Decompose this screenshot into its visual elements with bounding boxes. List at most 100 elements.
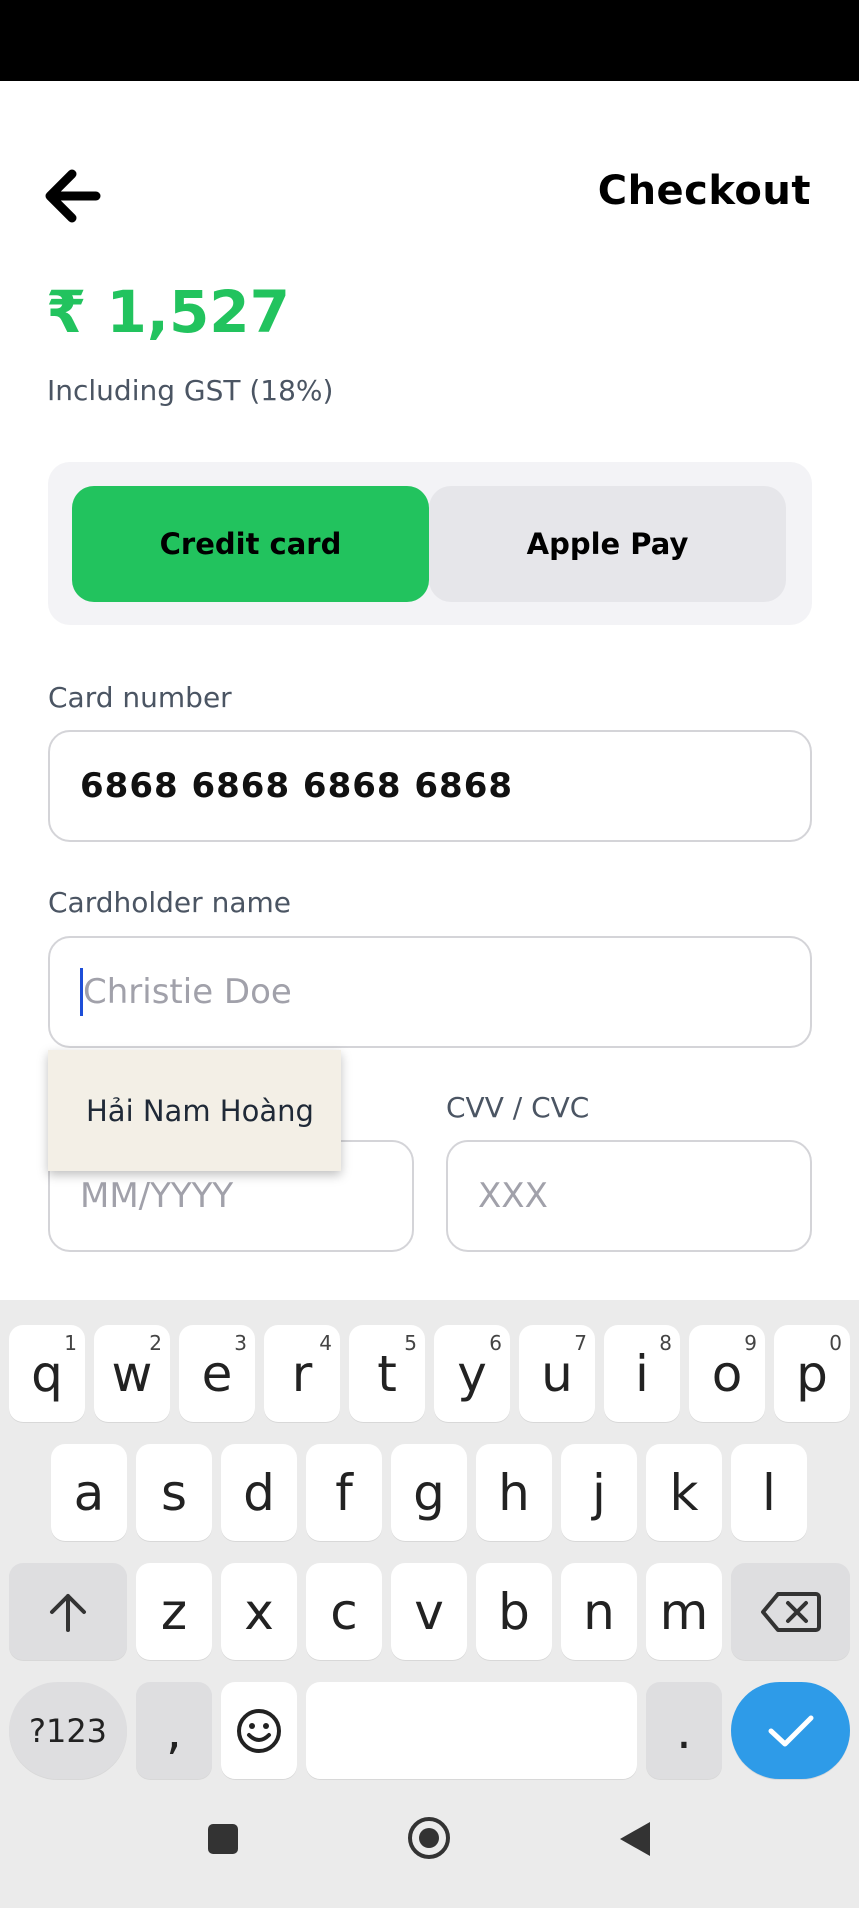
key-q[interactable]: q1 xyxy=(9,1325,85,1422)
key-m[interactable]: m xyxy=(646,1563,722,1660)
key-c[interactable]: c xyxy=(306,1563,382,1660)
key-label: r xyxy=(291,1344,313,1403)
key-label: o xyxy=(711,1344,743,1403)
system-back-button[interactable] xyxy=(618,1820,652,1862)
cvv-label: CVV / CVC xyxy=(446,1091,590,1124)
key-label: k xyxy=(669,1463,699,1522)
key-label: g xyxy=(413,1463,445,1522)
key-label: i xyxy=(635,1344,649,1403)
apple-pay-tab[interactable]: Apple Pay xyxy=(429,486,786,602)
cvv-placeholder: XXX xyxy=(478,1176,548,1216)
card-number-label: Card number xyxy=(48,681,232,714)
key-h[interactable]: h xyxy=(476,1444,552,1541)
back-arrow-icon xyxy=(45,169,101,223)
card-number-input[interactable]: 6868 6868 6868 6868 xyxy=(48,730,812,842)
key-label: b xyxy=(498,1582,530,1641)
done-key[interactable] xyxy=(731,1682,850,1779)
back-button[interactable] xyxy=(44,166,104,226)
key-hint: 1 xyxy=(64,1331,77,1355)
card-number-value: 6868 6868 6868 6868 xyxy=(80,766,514,806)
key-hint: 9 xyxy=(744,1331,757,1355)
recent-apps-button[interactable] xyxy=(206,1822,240,1860)
key-label: q xyxy=(31,1344,63,1403)
key-label: y xyxy=(457,1344,487,1403)
key-hint: 6 xyxy=(489,1331,502,1355)
cvv-input[interactable]: XXX xyxy=(446,1140,812,1252)
total-amount: ₹ 1,527 xyxy=(46,278,291,346)
emoji-icon xyxy=(237,1708,281,1753)
key-label: ?123 xyxy=(28,1711,108,1750)
key-b[interactable]: b xyxy=(476,1563,552,1660)
period-key[interactable]: . xyxy=(646,1682,722,1779)
key-label: s xyxy=(160,1463,188,1522)
key-label: t xyxy=(377,1344,397,1403)
key-j[interactable]: j xyxy=(561,1444,637,1541)
key-hint: 2 xyxy=(149,1331,162,1355)
key-o[interactable]: o9 xyxy=(689,1325,765,1422)
symbols-key[interactable]: ?123 xyxy=(9,1682,127,1779)
cardholder-name-input[interactable]: Christie Doe xyxy=(48,936,812,1048)
key-i[interactable]: i8 xyxy=(604,1325,680,1422)
key-d[interactable]: d xyxy=(221,1444,297,1541)
key-x[interactable]: x xyxy=(221,1563,297,1660)
status-bar xyxy=(0,0,859,81)
key-f[interactable]: f xyxy=(306,1444,382,1541)
key-k[interactable]: k xyxy=(646,1444,722,1541)
square-icon xyxy=(208,1824,238,1854)
system-navigation-bar xyxy=(0,1780,859,1908)
key-label: e xyxy=(201,1344,233,1403)
cardholder-name-placeholder: Christie Doe xyxy=(83,972,292,1012)
key-l[interactable]: l xyxy=(731,1444,807,1541)
key-label: x xyxy=(244,1582,274,1641)
key-t[interactable]: t5 xyxy=(349,1325,425,1422)
key-s[interactable]: s xyxy=(136,1444,212,1541)
key-label: f xyxy=(335,1463,353,1522)
triangle-back-icon xyxy=(620,1822,650,1856)
key-label: j xyxy=(592,1463,606,1522)
cardholder-name-label: Cardholder name xyxy=(48,886,291,919)
key-hint: 4 xyxy=(319,1331,332,1355)
checkmark-icon xyxy=(768,1715,813,1746)
key-w[interactable]: w2 xyxy=(94,1325,170,1422)
autofill-suggestion-text: Hải Nam Hoàng xyxy=(86,1093,314,1128)
space-key[interactable] xyxy=(306,1682,637,1779)
key-label: , xyxy=(166,1701,182,1760)
key-label: n xyxy=(583,1582,615,1641)
key-label: u xyxy=(541,1344,573,1403)
key-a[interactable]: a xyxy=(51,1444,127,1541)
shift-key[interactable] xyxy=(9,1563,127,1660)
shift-arrow-icon xyxy=(50,1593,86,1632)
key-hint: 5 xyxy=(404,1331,417,1355)
comma-key[interactable]: , xyxy=(136,1682,212,1779)
key-label: d xyxy=(243,1463,275,1522)
payment-method-selector: Credit card Apple Pay xyxy=(48,462,812,625)
credit-card-tab[interactable]: Credit card xyxy=(72,486,429,602)
autofill-suggestion[interactable]: Hải Nam Hoàng xyxy=(48,1050,341,1171)
key-e[interactable]: e3 xyxy=(179,1325,255,1422)
key-z[interactable]: z xyxy=(136,1563,212,1660)
key-label: c xyxy=(330,1582,358,1641)
expiry-date-placeholder: MM/YYYY xyxy=(80,1176,234,1216)
key-label: l xyxy=(762,1463,776,1522)
backspace-icon xyxy=(760,1591,821,1632)
soft-keyboard: q1 w2 e3 r4 t5 y6 u7 i8 o9 p0 a s d f g … xyxy=(0,1300,859,1780)
key-g[interactable]: g xyxy=(391,1444,467,1541)
key-u[interactable]: u7 xyxy=(519,1325,595,1422)
key-label: z xyxy=(160,1582,188,1641)
home-button[interactable] xyxy=(406,1815,452,1865)
key-p[interactable]: p0 xyxy=(774,1325,850,1422)
key-r[interactable]: r4 xyxy=(264,1325,340,1422)
key-n[interactable]: n xyxy=(561,1563,637,1660)
emoji-key[interactable] xyxy=(221,1682,297,1779)
key-y[interactable]: y6 xyxy=(434,1325,510,1422)
circle-icon xyxy=(408,1817,450,1859)
page-title: Checkout xyxy=(597,168,811,214)
gst-note: Including GST (18%) xyxy=(47,374,334,407)
key-label: . xyxy=(676,1701,692,1760)
key-hint: 7 xyxy=(574,1331,587,1355)
backspace-key[interactable] xyxy=(731,1563,850,1660)
key-v[interactable]: v xyxy=(391,1563,467,1660)
key-label: w xyxy=(111,1344,153,1403)
key-label: h xyxy=(498,1463,530,1522)
key-hint: 3 xyxy=(234,1331,247,1355)
